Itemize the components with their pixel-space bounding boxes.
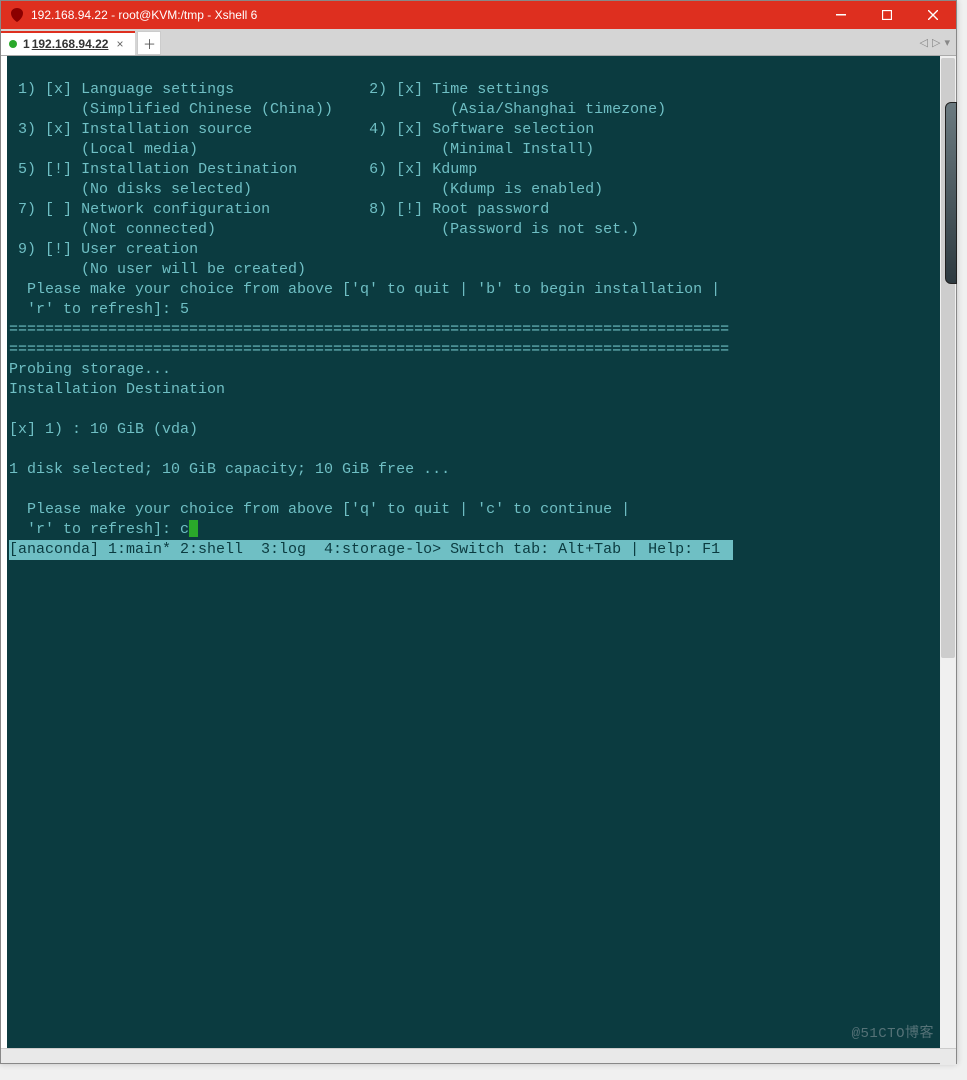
side-indicator-icon xyxy=(945,102,957,284)
tab-prev-icon[interactable]: ◁ xyxy=(920,36,928,49)
connection-status-icon xyxy=(9,40,17,48)
tab-label: 192.168.94.22 xyxy=(32,37,109,51)
vertical-scrollbar[interactable] xyxy=(940,56,956,1048)
tab-next-icon[interactable]: ▷ xyxy=(932,36,940,49)
window-titlebar: 192.168.94.22 - root@KVM:/tmp - Xshell 6 xyxy=(1,1,956,29)
terminal[interactable]: 1) [x] Language settings 2) [x] Time set… xyxy=(7,56,940,1048)
tab-close-icon[interactable]: × xyxy=(116,37,123,51)
horizontal-scrollbar[interactable] xyxy=(1,1048,956,1063)
close-button[interactable] xyxy=(910,1,956,29)
window-title: 192.168.94.22 - root@KVM:/tmp - Xshell 6 xyxy=(31,8,818,22)
tab-menu-icon[interactable]: ▾ xyxy=(944,36,950,49)
terminal-area: 1) [x] Language settings 2) [x] Time set… xyxy=(1,56,956,1048)
terminal-cursor xyxy=(189,520,198,537)
tab-bar: 1 192.168.94.22 × ＋ ◁ ▷ ▾ xyxy=(1,29,956,56)
tab-num: 1 xyxy=(23,37,30,51)
session-tab[interactable]: 1 192.168.94.22 × xyxy=(1,31,135,55)
anaconda-status-bar: [anaconda] 1:main* 2:shell 3:log 4:stora… xyxy=(9,540,733,560)
minimize-button[interactable] xyxy=(818,1,864,29)
tab-nav: ◁ ▷ ▾ xyxy=(920,29,950,55)
window: 192.168.94.22 - root@KVM:/tmp - Xshell 6… xyxy=(0,0,957,1064)
window-controls xyxy=(818,1,956,29)
new-tab-button[interactable]: ＋ xyxy=(137,31,161,55)
app-icon xyxy=(9,7,25,23)
maximize-button[interactable] xyxy=(864,1,910,29)
watermark: @51CTO博客 xyxy=(852,1024,934,1044)
